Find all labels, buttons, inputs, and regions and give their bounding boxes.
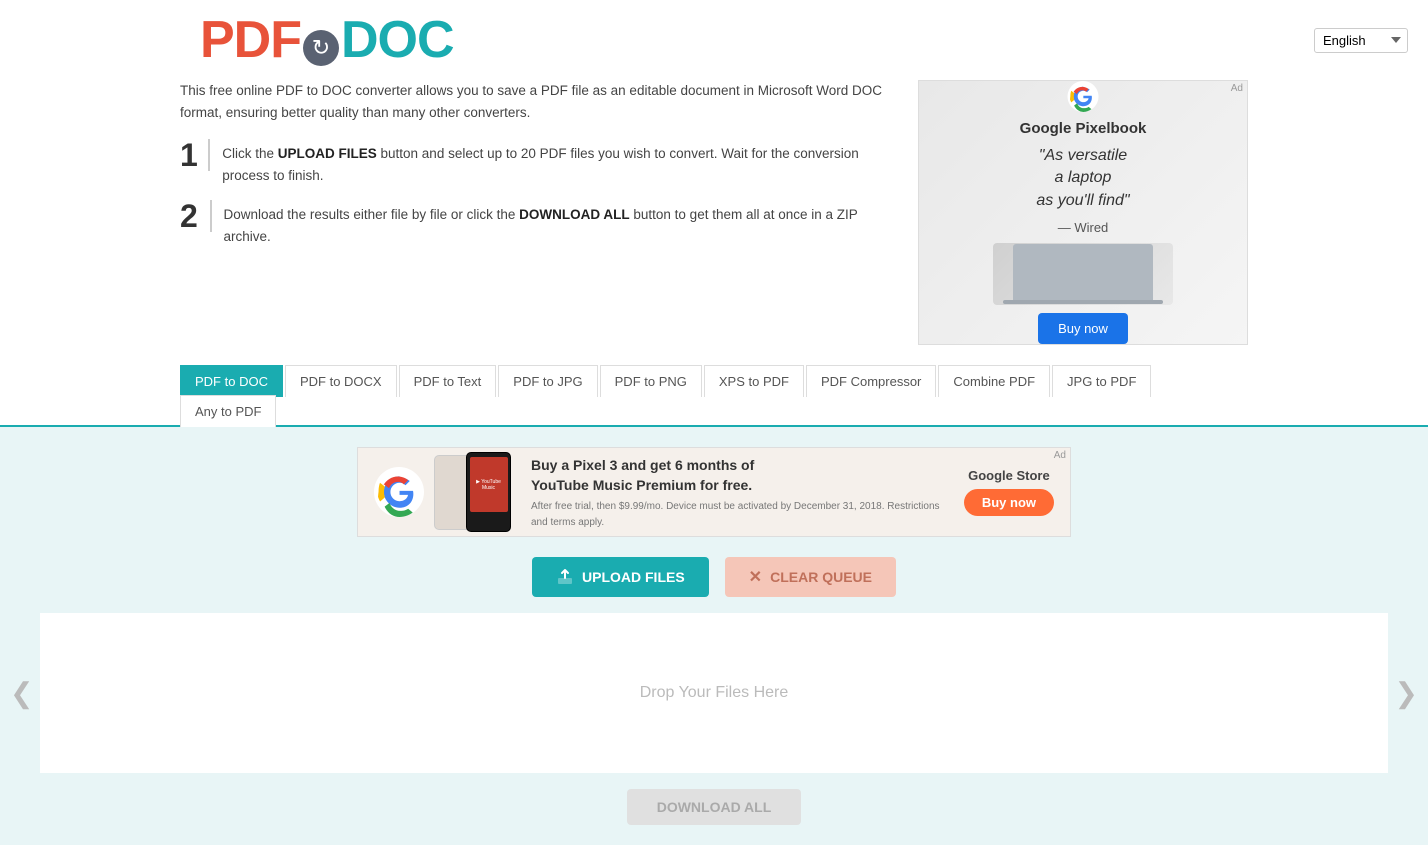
ad-label: Ad <box>1231 83 1243 94</box>
tab-jpg-to-pdf[interactable]: JPG to PDF <box>1052 365 1151 397</box>
step-1: 1 Click the UPLOAD FILES button and sele… <box>180 139 898 186</box>
ad-buy-button[interactable]: Buy now <box>1038 313 1128 344</box>
banner-ad: Ad ▶ YouTubeMusic Buy a Pixel 3 and get … <box>357 447 1071 537</box>
drop-zone-wrapper: ❮ Drop Your Files Here ❯ <box>40 613 1388 773</box>
tab-pdf-to-png[interactable]: PDF to PNG <box>600 365 702 397</box>
phone-black: ▶ YouTubeMusic <box>466 452 511 532</box>
tab-pdf-compressor[interactable]: PDF Compressor <box>806 365 936 397</box>
step-1-number: 1 <box>180 139 210 171</box>
tool-area: Ad ▶ YouTubeMusic Buy a Pixel 3 and get … <box>0 427 1428 845</box>
logo-pdf: PDF <box>200 10 301 70</box>
step-2-number: 2 <box>180 200 212 232</box>
tab-xps-to-pdf[interactable]: XPS to PDF <box>704 365 804 397</box>
description: This free online PDF to DOC converter al… <box>180 80 898 123</box>
content-left: This free online PDF to DOC converter al… <box>180 80 898 262</box>
step-1-text: Click the UPLOAD FILES button and select… <box>222 139 898 186</box>
banner-buy-button[interactable]: Buy now <box>964 489 1054 516</box>
language-select[interactable]: English Español Français Deutsch Portugu… <box>1314 28 1408 53</box>
upload-files-button[interactable]: UPLOAD FILES <box>532 557 709 597</box>
tab-pdf-to-doc[interactable]: PDF to DOC <box>180 365 283 397</box>
upload-icon <box>556 568 574 586</box>
tab-pdf-to-docx[interactable]: PDF to DOCX <box>285 365 397 397</box>
banner-fine-print: After free trial, then $9.99/mo. Device … <box>531 501 940 528</box>
tab-pdf-to-text[interactable]: PDF to Text <box>399 365 497 397</box>
ad-source: — Wired <box>1058 220 1109 235</box>
ad-product-image <box>993 243 1173 305</box>
download-all-button[interactable]: DOWNLOAD ALL <box>627 789 802 825</box>
drop-zone-text: Drop Your Files Here <box>640 684 789 702</box>
tab-any-to-pdf[interactable]: Any to PDF <box>180 395 276 427</box>
banner-headline: Buy a Pixel 3 and get 6 months ofYouTube… <box>531 456 954 495</box>
banner-store-name: Google Store <box>968 468 1050 483</box>
tab-pdf-to-jpg[interactable]: PDF to JPG <box>498 365 597 397</box>
steps-list: 1 Click the UPLOAD FILES button and sele… <box>180 139 898 247</box>
carousel-next-button[interactable]: ❯ <box>1395 677 1418 710</box>
ad-product-name: Google Pixelbook <box>1020 120 1147 137</box>
bottom-actions: DOWNLOAD ALL <box>0 773 1428 845</box>
step-2: 2 Download the results either file by fi… <box>180 200 898 247</box>
banner-google-logo <box>374 467 424 517</box>
banner-phones: ▶ YouTubeMusic <box>434 452 511 532</box>
tab-navigation: PDF to DOC PDF to DOCX PDF to Text PDF t… <box>0 365 1428 427</box>
action-buttons: UPLOAD FILES ✕ CLEAR QUEUE <box>0 557 1428 597</box>
drop-zone[interactable]: Drop Your Files Here <box>40 613 1388 773</box>
phone-screen-text: ▶ YouTubeMusic <box>476 479 501 491</box>
clear-queue-button[interactable]: ✕ CLEAR QUEUE <box>725 557 896 597</box>
logo-to-icon <box>303 30 339 66</box>
step-2-text: Download the results either file by file… <box>224 200 898 247</box>
ad-right: Ad Google Pixelbook "As versatilea lapto… <box>918 80 1248 345</box>
banner-ad-label: Ad <box>1054 450 1066 461</box>
logo: PDF DOC <box>200 10 454 70</box>
clear-icon: ✕ <box>749 567 762 587</box>
tab-combine-pdf[interactable]: Combine PDF <box>938 365 1050 397</box>
google-logo <box>1063 81 1103 112</box>
ad-quote: "As versatilea laptopas you'll find" <box>1036 145 1129 212</box>
banner-right: Google Store Buy now <box>964 468 1054 516</box>
phone-screen: ▶ YouTubeMusic <box>470 457 508 512</box>
carousel-prev-button[interactable]: ❮ <box>10 677 33 710</box>
logo-doc: DOC <box>341 10 454 70</box>
banner-main-text: Buy a Pixel 3 and get 6 months ofYouTube… <box>521 456 964 527</box>
